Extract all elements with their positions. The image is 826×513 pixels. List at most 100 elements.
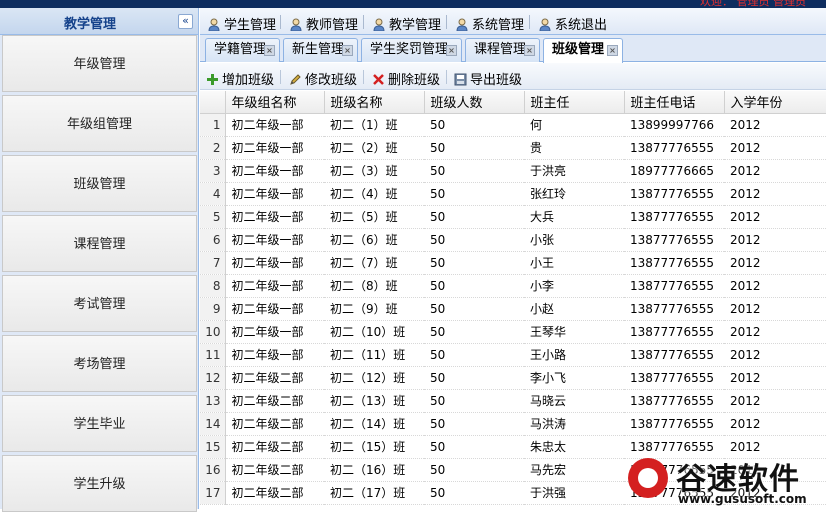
class-size-cell: 50 bbox=[424, 320, 524, 344]
tab-label: 课程管理 bbox=[474, 42, 527, 57]
head-teacher-cell: 小李 bbox=[524, 274, 624, 298]
main-menu-bar: 学生管理 教师管理 教学管理 系统管理 系统退出 bbox=[200, 8, 826, 35]
table-row[interactable]: 10 初二年级一部 初二（10）班 50 王琴华 13877776555 2012 bbox=[200, 320, 826, 344]
delete-class-label: 删除班级 bbox=[388, 73, 441, 88]
row-number: 12 bbox=[200, 366, 226, 390]
class-size-cell: 50 bbox=[424, 343, 524, 367]
enroll-year-cell: 2012 bbox=[724, 320, 826, 344]
tab-rewards-punishments[interactable]: 学生奖罚管理 × bbox=[361, 38, 462, 62]
export-class-button[interactable]: 导出班级 bbox=[454, 69, 522, 88]
menu-divider bbox=[363, 15, 364, 29]
grade-group-cell: 初二年级一部 bbox=[225, 320, 324, 344]
table-row[interactable]: 11 初二年级一部 初二（11）班 50 王小路 13877776555 2012 bbox=[200, 343, 826, 367]
column-header-grade-group[interactable]: 年级组名称 bbox=[225, 91, 325, 114]
row-number: 6 bbox=[200, 228, 226, 252]
table-row[interactable]: 6 初二年级一部 初二（6）班 50 小张 13877776555 2012 bbox=[200, 228, 826, 252]
head-teacher-cell: 李小飞 bbox=[524, 366, 624, 390]
edit-class-button[interactable]: 修改班级 bbox=[289, 69, 357, 88]
grade-group-cell: 初二年级二部 bbox=[225, 366, 324, 390]
table-row[interactable]: 4 初二年级一部 初二（4）班 50 张红玲 13877776555 2012 bbox=[200, 182, 826, 206]
menu-label: 系统管理 bbox=[472, 18, 525, 33]
column-header-head-teacher[interactable]: 班主任 bbox=[524, 91, 625, 114]
table-row[interactable]: 3 初二年级一部 初二（3）班 50 于洪亮 18977776665 2012 bbox=[200, 159, 826, 183]
table-row[interactable]: 13 初二年级二部 初二（13）班 50 马晓云 13877776555 2012 bbox=[200, 389, 826, 413]
collapse-sidebar-button[interactable]: « bbox=[178, 14, 193, 29]
column-header-teacher-phone[interactable]: 班主任电话 bbox=[624, 91, 725, 114]
head-teacher-cell: 贵 bbox=[524, 136, 624, 160]
enroll-year-cell: 2012 bbox=[724, 343, 826, 367]
head-teacher-cell: 王琴华 bbox=[524, 320, 624, 344]
tab-courses[interactable]: 课程管理 × bbox=[465, 38, 540, 62]
table-row[interactable]: 7 初二年级一部 初二（7）班 50 小王 13877776555 2012 bbox=[200, 251, 826, 275]
plus-icon bbox=[207, 74, 218, 85]
menu-teaching-management[interactable]: 教学管理 bbox=[373, 14, 441, 33]
enroll-year-cell: 2012 bbox=[724, 182, 826, 206]
table-row[interactable]: 1 初二年级一部 初二（1）班 50 何 13899997766 2012 bbox=[200, 113, 826, 137]
column-header-class-size[interactable]: 班级人数 bbox=[424, 91, 525, 114]
table-row[interactable]: 12 初二年级二部 初二（12）班 50 李小飞 13877776555 2012 bbox=[200, 366, 826, 390]
grade-group-cell: 初二年级一部 bbox=[225, 343, 324, 367]
tab-new-students[interactable]: 新生管理 × bbox=[283, 38, 358, 62]
close-icon[interactable]: × bbox=[342, 45, 353, 56]
class-name-cell: 初二（17）班 bbox=[324, 481, 424, 505]
enroll-year-cell: 2012 bbox=[724, 251, 826, 275]
teacher-phone-cell: 13877776555 bbox=[624, 228, 724, 252]
close-icon[interactable]: × bbox=[607, 45, 618, 56]
watermark-url: www.gususoft.com bbox=[678, 492, 807, 506]
sidebar-item-grade-group[interactable]: 年级组管理 bbox=[2, 95, 197, 152]
sidebar-title: 教学管理 bbox=[64, 17, 117, 32]
grade-group-cell: 初二年级二部 bbox=[225, 435, 324, 459]
tab-class-management[interactable]: 班级管理 × bbox=[543, 38, 623, 63]
sidebar-item-exam-room[interactable]: 考场管理 bbox=[2, 335, 197, 392]
class-name-cell: 初二（16）班 bbox=[324, 458, 424, 482]
tab-label: 新生管理 bbox=[292, 42, 345, 57]
table-body: 1 初二年级一部 初二（1）班 50 何 13899997766 2012 2 初二年级一部 初二… bbox=[200, 113, 826, 505]
teacher-phone-cell: 13877776555 bbox=[624, 343, 724, 367]
head-teacher-cell: 王小路 bbox=[524, 343, 624, 367]
class-grid: 年级组名称 班级名称 班级人数 班主任 班主任电话 入学年份 1 初二年级一部 初二… bbox=[200, 91, 826, 509]
menu-student-management[interactable]: 学生管理 bbox=[208, 14, 276, 33]
delete-x-icon bbox=[373, 74, 384, 85]
close-icon[interactable]: × bbox=[264, 45, 275, 56]
teacher-phone-cell: 13899997766 bbox=[624, 113, 724, 137]
user-icon bbox=[539, 18, 551, 31]
grade-group-cell: 初二年级一部 bbox=[225, 251, 324, 275]
class-size-cell: 50 bbox=[424, 251, 524, 275]
teacher-phone-cell: 13877776555 bbox=[624, 205, 724, 229]
sidebar-item-course[interactable]: 课程管理 bbox=[2, 215, 197, 272]
menu-teacher-management[interactable]: 教师管理 bbox=[290, 14, 358, 33]
sidebar-item-graduation[interactable]: 学生毕业 bbox=[2, 395, 197, 452]
menu-system-exit[interactable]: 系统退出 bbox=[539, 14, 607, 33]
sidebar-header: 教学管理 « bbox=[0, 8, 198, 35]
table-row[interactable]: 2 初二年级一部 初二（2）班 50 贵 13877776555 2012 bbox=[200, 136, 826, 160]
class-name-cell: 初二（10）班 bbox=[324, 320, 424, 344]
column-header-class-name[interactable]: 班级名称 bbox=[324, 91, 425, 114]
table-row[interactable]: 9 初二年级一部 初二（9）班 50 小赵 13877776555 2012 bbox=[200, 297, 826, 321]
teacher-phone-cell: 13877776555 bbox=[624, 182, 724, 206]
table-row[interactable]: 5 初二年级一部 初二（5）班 50 大兵 13877776555 2012 bbox=[200, 205, 826, 229]
column-header-enroll-year[interactable]: 入学年份 bbox=[724, 91, 826, 114]
teacher-phone-cell: 13877776555 bbox=[624, 251, 724, 275]
head-teacher-cell: 何 bbox=[524, 113, 624, 137]
menu-system-management[interactable]: 系统管理 bbox=[456, 14, 524, 33]
sidebar-item-class[interactable]: 班级管理 bbox=[2, 155, 197, 212]
row-number: 15 bbox=[200, 435, 226, 459]
table-row[interactable]: 14 初二年级二部 初二（14）班 50 马洪涛 13877776555 2012 bbox=[200, 412, 826, 436]
sidebar-item-grade[interactable]: 年级管理 bbox=[2, 35, 197, 92]
table-row[interactable]: 8 初二年级一部 初二（8）班 50 小李 13877776555 2012 bbox=[200, 274, 826, 298]
class-size-cell: 50 bbox=[424, 136, 524, 160]
head-teacher-cell: 马晓云 bbox=[524, 389, 624, 413]
head-teacher-cell: 于洪强 bbox=[524, 481, 624, 505]
sidebar-item-exam[interactable]: 考试管理 bbox=[2, 275, 197, 332]
close-icon[interactable]: × bbox=[446, 45, 457, 56]
row-number: 5 bbox=[200, 205, 226, 229]
close-icon[interactable]: × bbox=[524, 45, 535, 56]
head-teacher-cell: 马先宏 bbox=[524, 458, 624, 482]
tab-student-records[interactable]: 学籍管理 × bbox=[205, 38, 280, 62]
grade-group-cell: 初二年级二部 bbox=[225, 412, 324, 436]
export-class-label: 导出班级 bbox=[470, 73, 523, 88]
sidebar-item-promotion[interactable]: 学生升级 bbox=[2, 455, 197, 512]
delete-class-button[interactable]: 删除班级 bbox=[372, 69, 440, 88]
class-name-cell: 初二（7）班 bbox=[324, 251, 424, 275]
add-class-button[interactable]: 增加班级 bbox=[206, 69, 274, 88]
